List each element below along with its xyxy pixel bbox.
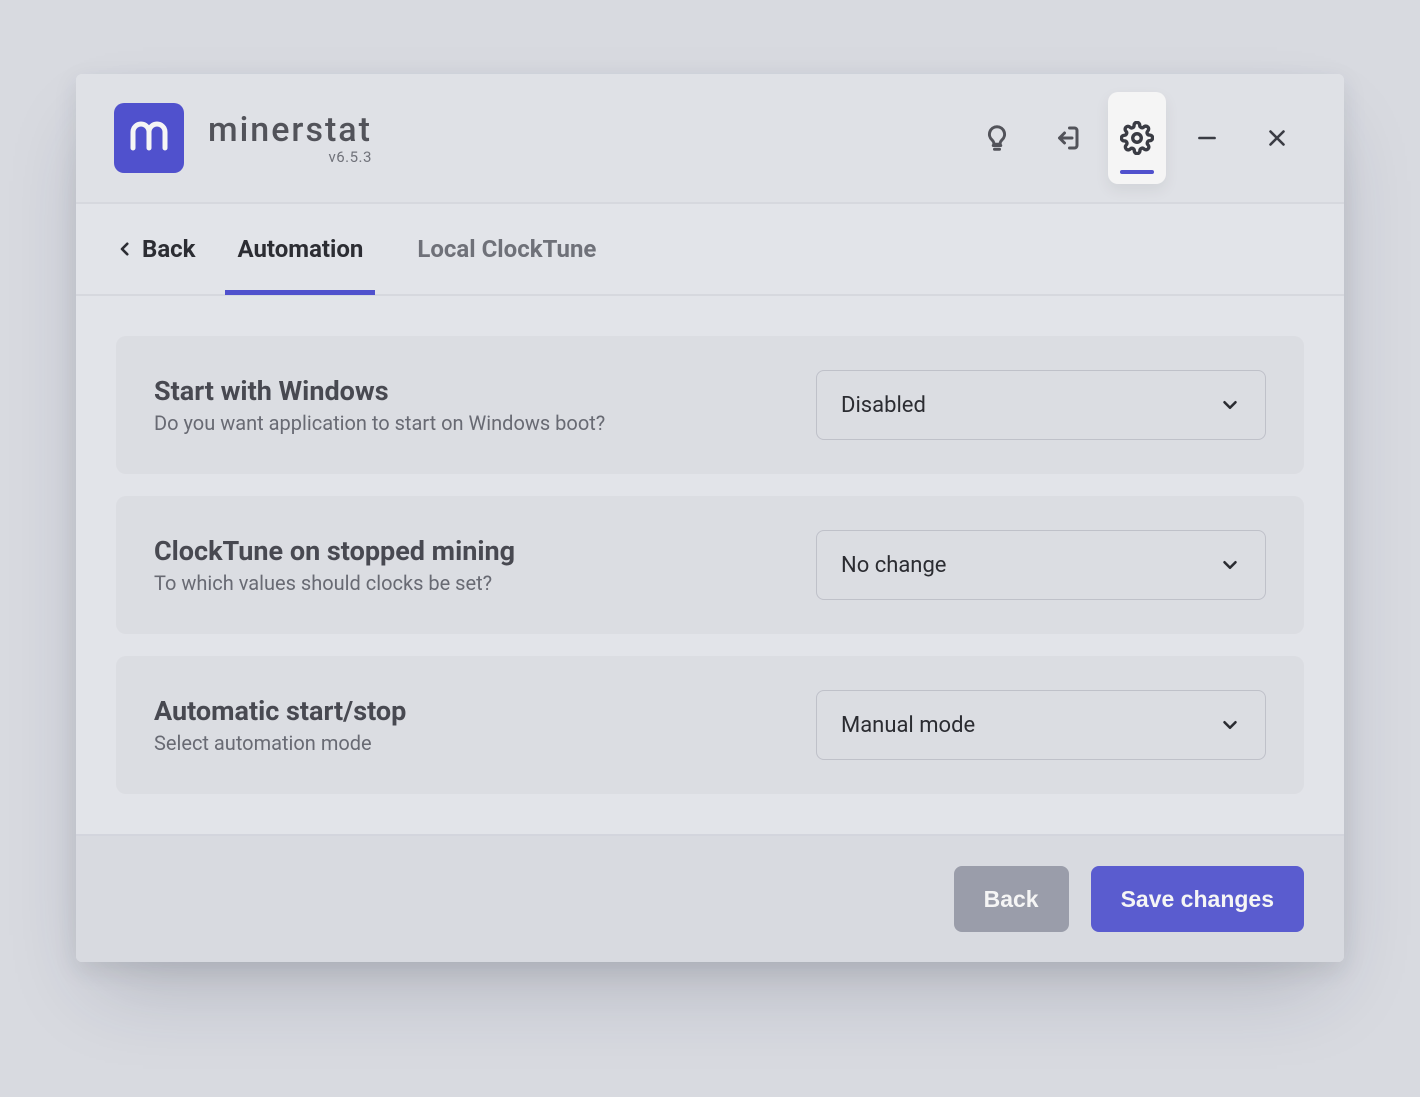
chevron-down-icon xyxy=(1219,394,1241,416)
automatic-start-stop-select[interactable]: Manual mode xyxy=(816,690,1266,760)
tab-local-clocktune[interactable]: Local ClockTune xyxy=(405,205,608,293)
logout-icon xyxy=(1052,123,1082,153)
setting-start-with-windows: Start with Windows Do you want applicati… xyxy=(116,336,1304,474)
setting-info: Automatic start/stop Select automation m… xyxy=(154,695,776,755)
footer: Back Save changes xyxy=(76,834,1344,962)
brand-name: minerstat xyxy=(208,110,372,150)
setting-title: ClockTune on stopped mining xyxy=(154,535,776,567)
setting-desc: Select automation mode xyxy=(154,731,776,755)
tips-button[interactable] xyxy=(968,109,1026,167)
brand-logo xyxy=(114,103,184,173)
tabs-row: Back Automation Local ClockTune xyxy=(76,204,1344,296)
minerstat-m-icon xyxy=(127,116,171,160)
content: Start with Windows Do you want applicati… xyxy=(76,296,1344,834)
setting-automatic-start-stop: Automatic start/stop Select automation m… xyxy=(116,656,1304,794)
setting-title: Automatic start/stop xyxy=(154,695,776,727)
back-button[interactable]: Back xyxy=(954,866,1069,932)
setting-desc: Do you want application to start on Wind… xyxy=(154,411,776,435)
select-value: Manual mode xyxy=(841,713,975,738)
tab-label: Automation xyxy=(237,235,363,263)
setting-desc: To which values should clocks be set? xyxy=(154,571,776,595)
setting-title: Start with Windows xyxy=(154,375,776,407)
setting-info: Start with Windows Do you want applicati… xyxy=(154,375,776,435)
clocktune-on-stop-select[interactable]: No change xyxy=(816,530,1266,600)
close-icon xyxy=(1264,125,1290,151)
chevron-left-icon xyxy=(116,240,134,258)
back-label: Back xyxy=(142,235,195,263)
gear-icon xyxy=(1120,121,1154,155)
lightbulb-icon xyxy=(982,123,1012,153)
chevron-down-icon xyxy=(1219,554,1241,576)
setting-clocktune-on-stop: ClockTune on stopped mining To which val… xyxy=(116,496,1304,634)
brand-version: v6.5.3 xyxy=(208,148,372,166)
minimize-icon xyxy=(1194,125,1220,151)
save-button[interactable]: Save changes xyxy=(1091,866,1304,932)
logout-button[interactable] xyxy=(1038,109,1096,167)
settings-button[interactable] xyxy=(1108,92,1166,184)
minimize-button[interactable] xyxy=(1178,109,1236,167)
title-actions xyxy=(968,98,1306,178)
brand: minerstat v6.5.3 xyxy=(114,103,372,173)
tab-label: Local ClockTune xyxy=(417,235,596,263)
app-window: minerstat v6.5.3 xyxy=(76,74,1344,962)
close-button[interactable] xyxy=(1248,109,1306,167)
titlebar: minerstat v6.5.3 xyxy=(76,74,1344,204)
setting-info: ClockTune on stopped mining To which val… xyxy=(154,535,776,595)
tab-automation[interactable]: Automation xyxy=(225,205,375,293)
brand-text: minerstat v6.5.3 xyxy=(208,110,372,166)
start-with-windows-select[interactable]: Disabled xyxy=(816,370,1266,440)
chevron-down-icon xyxy=(1219,714,1241,736)
select-value: No change xyxy=(841,553,946,578)
back-link[interactable]: Back xyxy=(116,235,195,263)
select-value: Disabled xyxy=(841,393,926,418)
